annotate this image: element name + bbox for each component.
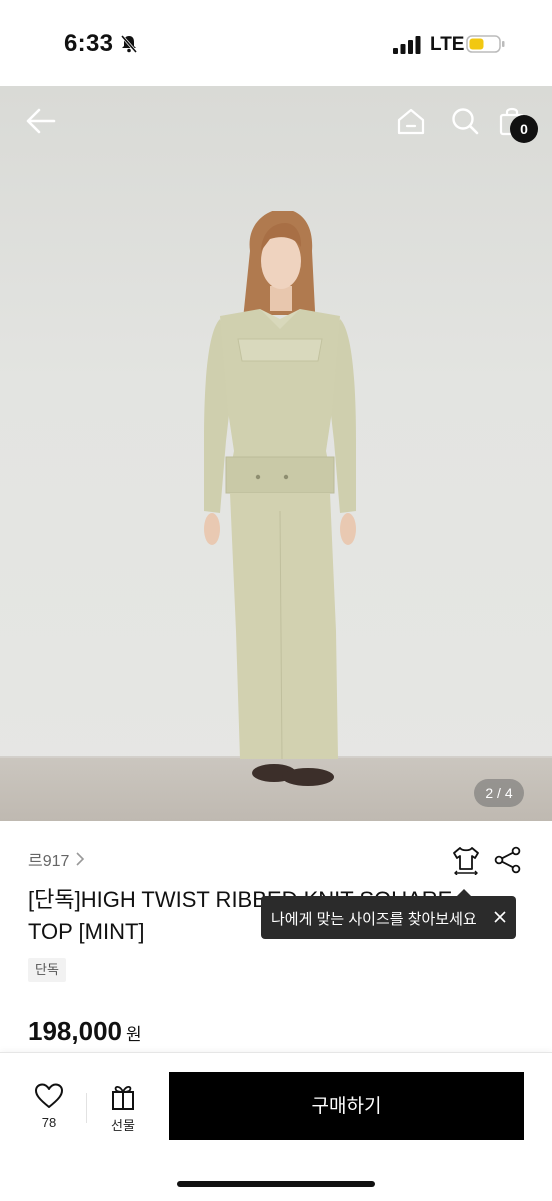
- price-unit: 원: [125, 1025, 142, 1044]
- search-icon[interactable]: [450, 106, 480, 136]
- cart-count-badge[interactable]: 0: [510, 115, 538, 143]
- exclusive-tag: 단독: [28, 958, 66, 982]
- close-icon[interactable]: [493, 910, 507, 924]
- gift-label: 선물: [111, 1118, 135, 1133]
- divider: [86, 1093, 87, 1123]
- bottom-action-bar: 78 선물 구매하기: [0, 1052, 552, 1201]
- size-guide-shirt-icon[interactable]: [451, 845, 481, 875]
- brand-link[interactable]: 르917: [28, 847, 85, 871]
- share-icon[interactable]: [494, 846, 522, 874]
- gift-button[interactable]: 선물: [96, 1083, 150, 1143]
- heart-icon: [35, 1083, 63, 1108]
- brand-name: 르917: [28, 853, 70, 870]
- model-photo: [204, 211, 356, 786]
- tooltip-text: 나에게 맞는 사이즈를 찾아보세요: [271, 911, 477, 928]
- price: 198,000 원: [28, 1016, 142, 1047]
- size-recommend-tooltip[interactable]: 나에게 맞는 사이즈를 찾아보세요: [261, 889, 516, 939]
- status-bar: 6:33 LTE: [0, 0, 552, 86]
- status-time: 6:33: [64, 30, 114, 57]
- home-icon[interactable]: [396, 106, 426, 136]
- gift-icon: [112, 1085, 134, 1110]
- buy-button[interactable]: 구매하기: [169, 1072, 524, 1140]
- price-value: 198,000: [28, 1016, 122, 1046]
- back-arrow-icon[interactable]: [24, 104, 58, 138]
- like-count: 78: [41, 1115, 57, 1130]
- network-label: LTE: [430, 34, 465, 55]
- signal-icon: [393, 36, 421, 54]
- like-button[interactable]: 78: [22, 1083, 76, 1143]
- battery-icon: [466, 35, 505, 53]
- chevron-right-icon: [76, 852, 85, 866]
- home-indicator: [177, 1181, 375, 1187]
- bell-muted-icon: [120, 35, 138, 53]
- image-counter: 2 / 4: [474, 779, 524, 807]
- product-image-carousel[interactable]: 0 2 / 4: [0, 86, 552, 821]
